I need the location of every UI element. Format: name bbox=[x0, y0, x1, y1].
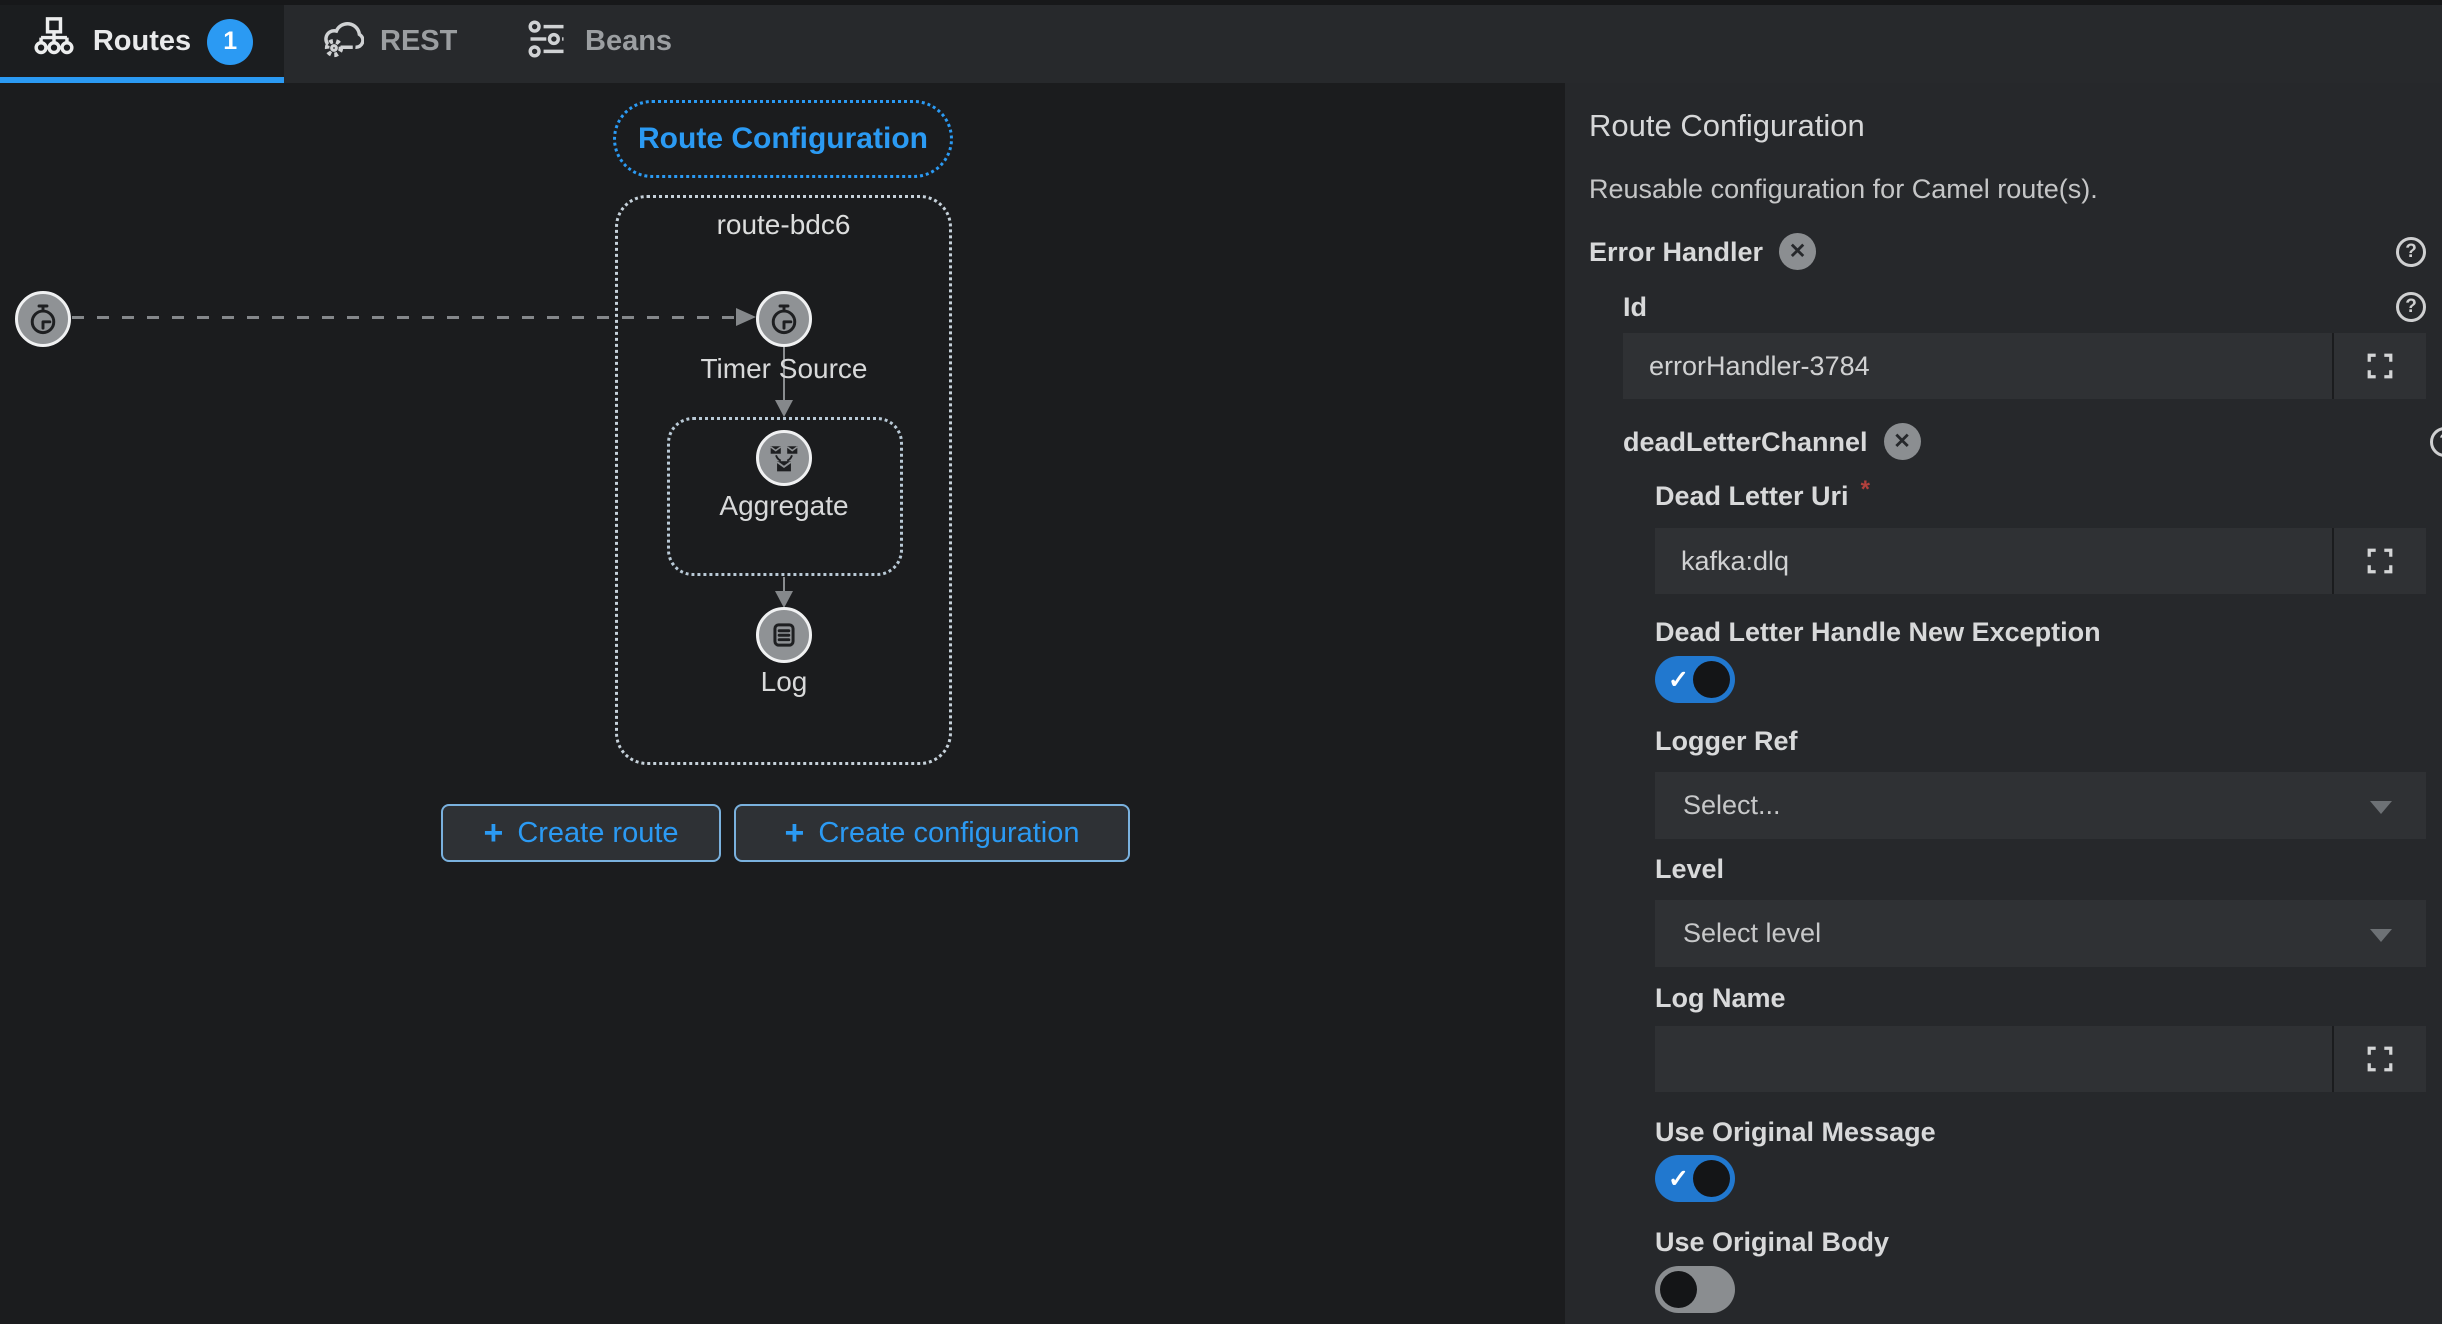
dead-letter-channel-row: deadLetterChannel bbox=[1623, 423, 2442, 460]
level-select[interactable]: Select level bbox=[1655, 900, 2426, 967]
help-icon[interactable] bbox=[2396, 236, 2426, 267]
use-original-message-toggle[interactable] bbox=[1655, 1155, 1735, 1202]
handle-new-exception-row: Dead Letter Handle New Exception bbox=[1655, 614, 2426, 650]
plus-icon: + bbox=[483, 814, 504, 852]
help-icon[interactable] bbox=[2396, 292, 2426, 322]
aggregate-envelopes-icon bbox=[770, 446, 798, 472]
use-original-body-row: Use Original Body bbox=[1655, 1224, 2426, 1260]
error-handler-row: Error Handler bbox=[1589, 233, 2426, 270]
level-label: Level bbox=[1655, 854, 1725, 884]
aggregate-node[interactable] bbox=[756, 430, 812, 486]
rest-cloud-gear-icon bbox=[316, 15, 365, 68]
toggle-knob bbox=[1660, 1271, 1697, 1308]
log-name-input[interactable] bbox=[1655, 1026, 2426, 1092]
route-container-label: route-bdc6 bbox=[716, 209, 851, 240]
id-input[interactable]: errorHandler-3784 bbox=[1623, 333, 2426, 399]
timer-source-node[interactable] bbox=[756, 291, 812, 347]
handle-new-exception-toggle[interactable] bbox=[1655, 656, 1735, 703]
expand-icon bbox=[2367, 1046, 2393, 1072]
timer-source-label: Timer Source bbox=[700, 353, 868, 384]
dead-letter-uri-input[interactable]: kafka:dlq bbox=[1655, 528, 2426, 594]
dead-letter-uri-value[interactable]: kafka:dlq bbox=[1655, 528, 2332, 594]
required-asterisk: * bbox=[1860, 476, 1870, 503]
expand-icon bbox=[2367, 353, 2393, 379]
use-original-message-row: Use Original Message bbox=[1655, 1114, 2426, 1150]
log-label: Log bbox=[760, 666, 808, 697]
log-node[interactable] bbox=[756, 607, 812, 663]
id-label: Id bbox=[1623, 292, 1647, 322]
edge-arrowhead bbox=[775, 591, 793, 608]
remove-dead-letter-channel-icon[interactable] bbox=[1883, 423, 1921, 460]
plus-icon: + bbox=[784, 814, 805, 852]
edge-arrowhead bbox=[775, 400, 793, 417]
create-route-label: Create route bbox=[517, 816, 679, 849]
tab-rest-label: REST bbox=[380, 25, 458, 57]
tab-beans-label: Beans bbox=[585, 25, 673, 57]
chevron-down-icon bbox=[2370, 800, 2392, 814]
use-original-body-label: Use Original Body bbox=[1655, 1227, 1890, 1257]
expand-icon bbox=[2367, 548, 2393, 574]
id-row: Id bbox=[1623, 289, 2426, 325]
flow-canvas[interactable]: Route Configuration route-bdc6 Timer Sou… bbox=[0, 83, 1565, 1324]
beans-options-icon bbox=[525, 17, 569, 66]
tab-rest[interactable]: REST bbox=[316, 0, 457, 83]
expand-field-button[interactable] bbox=[2332, 333, 2426, 399]
app-window: Routes 1 REST Beans Route Configuration … bbox=[0, 0, 2442, 1324]
remove-error-handler-icon[interactable] bbox=[1779, 233, 1817, 270]
use-original-message-label: Use Original Message bbox=[1655, 1117, 1936, 1147]
routes-tree-icon bbox=[31, 16, 77, 67]
error-handler-label: Error Handler bbox=[1589, 236, 1764, 267]
stopwatch-icon bbox=[30, 304, 56, 335]
routes-count-badge: 1 bbox=[207, 18, 254, 65]
level-placeholder: Select level bbox=[1683, 918, 1822, 948]
window-top-edge bbox=[0, 0, 2442, 5]
create-configuration-label: Create configuration bbox=[818, 816, 1080, 849]
tab-bar: Routes 1 REST Beans bbox=[0, 0, 2442, 83]
toggle-knob bbox=[1693, 661, 1730, 698]
panel-title: Route Configuration bbox=[1589, 108, 1865, 143]
edge-aggregate-to-log bbox=[783, 577, 785, 592]
dashed-edge-arrowhead bbox=[736, 308, 756, 326]
stopwatch-icon bbox=[771, 304, 797, 335]
create-configuration-button[interactable]: + Create configuration bbox=[734, 804, 1130, 862]
dead-letter-uri-label: Dead Letter Uri bbox=[1655, 481, 1849, 511]
panel-description: Reusable configuration for Camel route(s… bbox=[1589, 174, 2098, 204]
id-value[interactable]: errorHandler-3784 bbox=[1623, 333, 2332, 399]
route-configuration-group-label: Route Configuration bbox=[638, 122, 928, 155]
create-route-button[interactable]: + Create route bbox=[441, 804, 721, 862]
expand-field-button[interactable] bbox=[2332, 1026, 2426, 1092]
handle-new-exception-label: Dead Letter Handle New Exception bbox=[1655, 617, 2101, 647]
logger-ref-placeholder: Select... bbox=[1683, 790, 1781, 820]
chevron-down-icon bbox=[2370, 928, 2392, 942]
help-icon[interactable] bbox=[2430, 426, 2442, 457]
tab-beans[interactable]: Beans bbox=[525, 0, 672, 83]
tab-routes[interactable]: Routes 1 bbox=[0, 0, 284, 83]
tab-routes-label: Routes bbox=[92, 25, 192, 57]
route-configuration-group-node[interactable]: Route Configuration bbox=[613, 100, 953, 178]
log-name-value[interactable] bbox=[1655, 1026, 2332, 1092]
logger-ref-label: Logger Ref bbox=[1655, 726, 1798, 756]
toggle-knob bbox=[1693, 1160, 1730, 1197]
log-name-row: Log Name bbox=[1655, 980, 2426, 1016]
logger-ref-row: Logger Ref bbox=[1655, 723, 2426, 759]
log-name-label: Log Name bbox=[1655, 983, 1786, 1013]
level-row: Level bbox=[1655, 851, 2426, 887]
details-panel: Route Configuration Reusable configurati… bbox=[1565, 83, 2442, 1324]
external-timer-node[interactable] bbox=[15, 291, 71, 347]
expand-field-button[interactable] bbox=[2332, 528, 2426, 594]
dead-letter-channel-label: deadLetterChannel bbox=[1623, 426, 1868, 457]
use-original-body-toggle[interactable] bbox=[1655, 1266, 1735, 1313]
log-lines-icon bbox=[773, 623, 795, 647]
dead-letter-uri-row: Dead Letter Uri * bbox=[1655, 476, 2426, 514]
logger-ref-select[interactable]: Select... bbox=[1655, 772, 2426, 839]
aggregate-label: Aggregate bbox=[719, 490, 849, 521]
dashed-edge bbox=[72, 316, 736, 319]
